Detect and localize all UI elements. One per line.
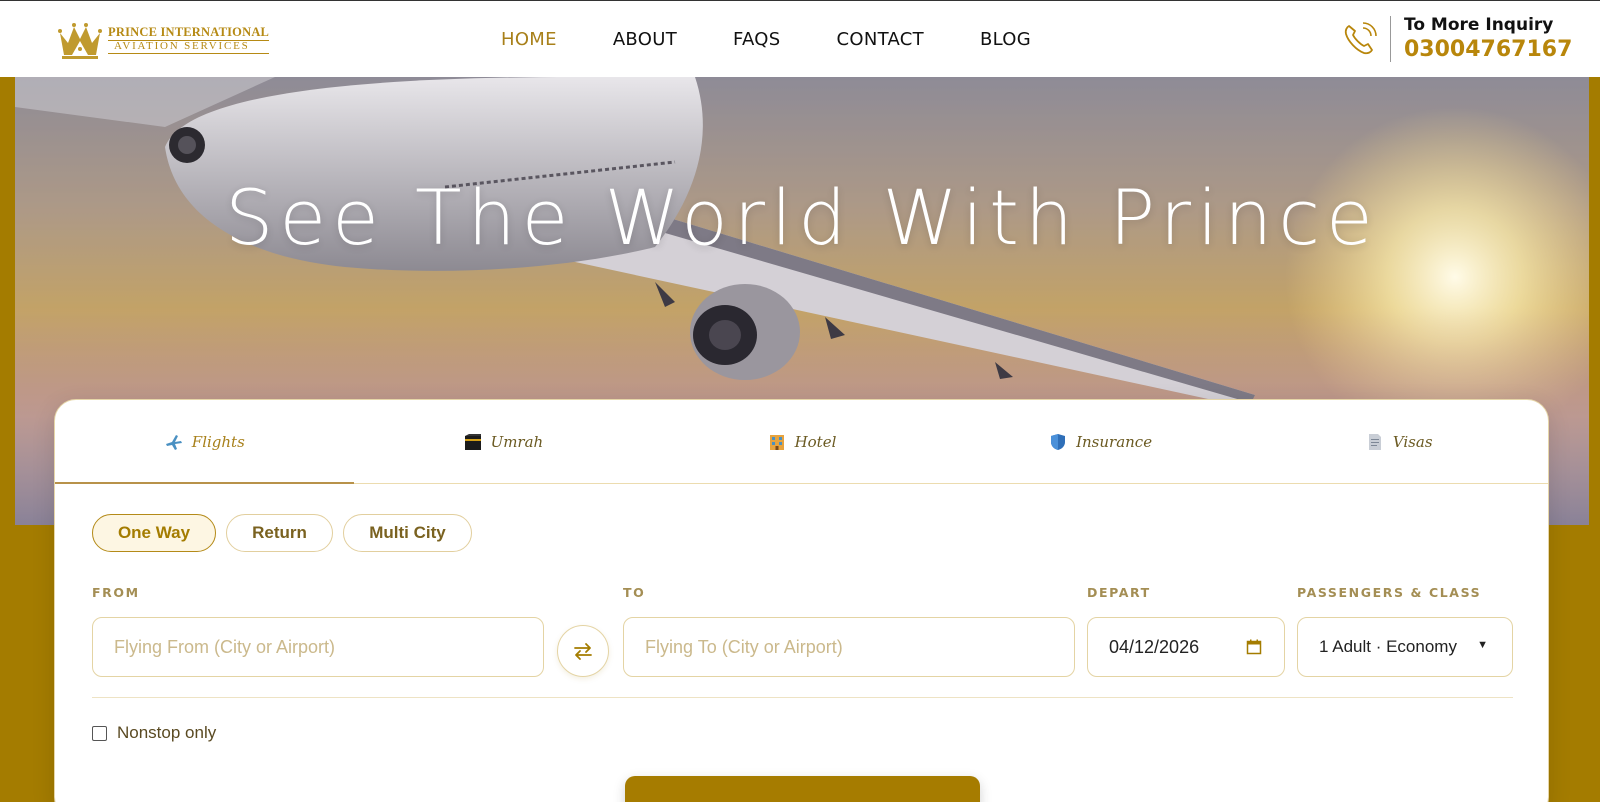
form-divider <box>92 697 1513 698</box>
document-icon <box>1368 433 1381 450</box>
trip-multi-city-button[interactable]: Multi City <box>343 514 472 552</box>
kaaba-icon <box>464 433 481 450</box>
inquiry-divider <box>1390 15 1391 62</box>
inquiry-phone-number[interactable]: 03004767167 <box>1404 37 1572 62</box>
depart-date-value: 04/12/2026 <box>1109 636 1200 657</box>
to-input[interactable]: Flying To (City or Airport) <box>623 617 1075 677</box>
dropdown-caret-icon: ▼ <box>1477 639 1488 651</box>
calendar-icon[interactable] <box>1246 639 1262 655</box>
search-card: Flights Umrah Hotel Insurance Visas One … <box>54 399 1549 802</box>
hero-title: See The World With Prince <box>225 173 1379 262</box>
site-header: PRINCE INTERNATIONAL AVIATION SERVICES H… <box>0 0 1600 77</box>
inquiry-block: To More Inquiry 03004767167 <box>1340 15 1572 62</box>
tab-flights-label: Flights <box>191 432 245 451</box>
phone-icon[interactable] <box>1340 19 1380 59</box>
brand-line2: AVIATION SERVICES <box>108 40 270 54</box>
search-flights-button[interactable] <box>625 776 980 802</box>
tab-insurance[interactable]: Insurance <box>951 400 1250 483</box>
brand-name: PRINCE INTERNATIONAL AVIATION SERVICES <box>108 25 270 54</box>
tab-hotel[interactable]: Hotel <box>652 400 951 483</box>
nonstop-checkbox[interactable] <box>92 725 107 741</box>
to-label: TO <box>623 585 646 600</box>
tab-umrah-label: Umrah <box>490 432 544 451</box>
inquiry-title: To More Inquiry <box>1404 15 1554 35</box>
to-placeholder: Flying To (City or Airport) <box>645 636 843 657</box>
from-input[interactable]: Flying From (City or Airport) <box>92 617 544 677</box>
depart-date-input[interactable]: 04/12/2026 <box>1087 617 1285 677</box>
nav-faqs[interactable]: FAQS <box>733 29 781 50</box>
passengers-label: PASSENGERS & CLASS <box>1297 585 1482 600</box>
swap-arrows-icon <box>574 643 592 660</box>
from-label: FROM <box>92 585 140 600</box>
tab-visas[interactable]: Visas <box>1249 400 1548 483</box>
nav-about[interactable]: ABOUT <box>613 29 677 50</box>
swap-button[interactable] <box>557 625 609 677</box>
tab-visas-label: Visas <box>1392 432 1433 451</box>
from-placeholder: Flying From (City or Airport) <box>114 636 336 657</box>
hotel-icon <box>769 434 784 450</box>
nav-blog[interactable]: BLOG <box>980 29 1031 50</box>
nav-home[interactable]: HOME <box>501 29 557 50</box>
main-nav: HOME ABOUT FAQS CONTACT BLOG <box>501 29 1087 50</box>
passengers-class-select[interactable]: 1 Adult · Economy ▼ <box>1297 617 1513 677</box>
service-tabs: Flights Umrah Hotel Insurance Visas <box>55 400 1548 484</box>
tab-flights[interactable]: Flights <box>55 400 354 484</box>
brand-logo[interactable]: PRINCE INTERNATIONAL AVIATION SERVICES <box>56 19 270 61</box>
trip-type-selector: One Way Return Multi City <box>92 514 482 552</box>
tab-umrah[interactable]: Umrah <box>354 400 653 483</box>
nonstop-option[interactable]: Nonstop only <box>92 723 216 743</box>
tab-insurance-label: Insurance <box>1076 432 1153 451</box>
trip-return-button[interactable]: Return <box>226 514 333 552</box>
shield-icon <box>1051 433 1066 450</box>
inquiry-text: To More Inquiry 03004767167 <box>1404 15 1572 62</box>
nonstop-label: Nonstop only <box>117 723 217 742</box>
trip-one-way-button[interactable]: One Way <box>92 514 216 552</box>
nav-contact[interactable]: CONTACT <box>837 29 924 50</box>
tab-hotel-label: Hotel <box>794 432 837 451</box>
depart-label: DEPART <box>1087 585 1151 600</box>
crown-logo-icon <box>58 23 102 59</box>
passengers-class-value: 1 Adult · Economy <box>1319 637 1457 656</box>
airplane-icon <box>165 434 182 450</box>
brand-line1: PRINCE INTERNATIONAL <box>108 25 270 41</box>
